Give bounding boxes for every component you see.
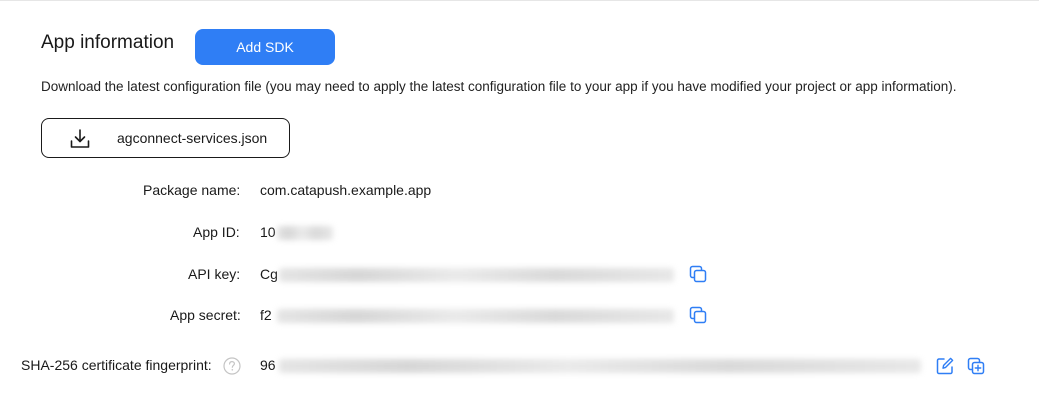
top-divider xyxy=(0,0,1039,1)
sha256-redacted xyxy=(279,359,921,373)
app-secret-label: App secret: xyxy=(170,307,241,323)
download-config-button[interactable]: agconnect-services.json xyxy=(41,118,290,158)
api-key-value: Cg xyxy=(260,266,278,282)
page-title: App information xyxy=(41,32,175,53)
sha256-value: 96 xyxy=(260,357,276,373)
copy-icon[interactable] xyxy=(688,305,708,325)
config-description: Download the latest configuration file (… xyxy=(41,79,957,94)
app-secret-value: f2 xyxy=(260,307,272,323)
app-id-redacted xyxy=(277,226,333,240)
add-sdk-button[interactable]: Add SDK xyxy=(195,29,335,65)
package-name-label: Package name: xyxy=(143,182,241,198)
copy-icon[interactable] xyxy=(688,264,708,284)
api-key-redacted xyxy=(279,268,674,282)
api-key-label: API key: xyxy=(188,266,241,282)
sha256-label: SHA-256 certificate fingerprint: xyxy=(21,357,212,373)
app-secret-redacted xyxy=(277,309,674,323)
edit-icon[interactable] xyxy=(935,356,955,376)
help-icon[interactable] xyxy=(223,357,241,375)
app-id-label: App ID: xyxy=(193,224,240,240)
app-id-value: 10 xyxy=(260,224,276,240)
package-name-value: com.catapush.example.app xyxy=(260,182,432,198)
download-file-label: agconnect-services.json xyxy=(117,130,268,146)
download-icon xyxy=(70,129,90,148)
add-icon[interactable] xyxy=(966,356,986,376)
